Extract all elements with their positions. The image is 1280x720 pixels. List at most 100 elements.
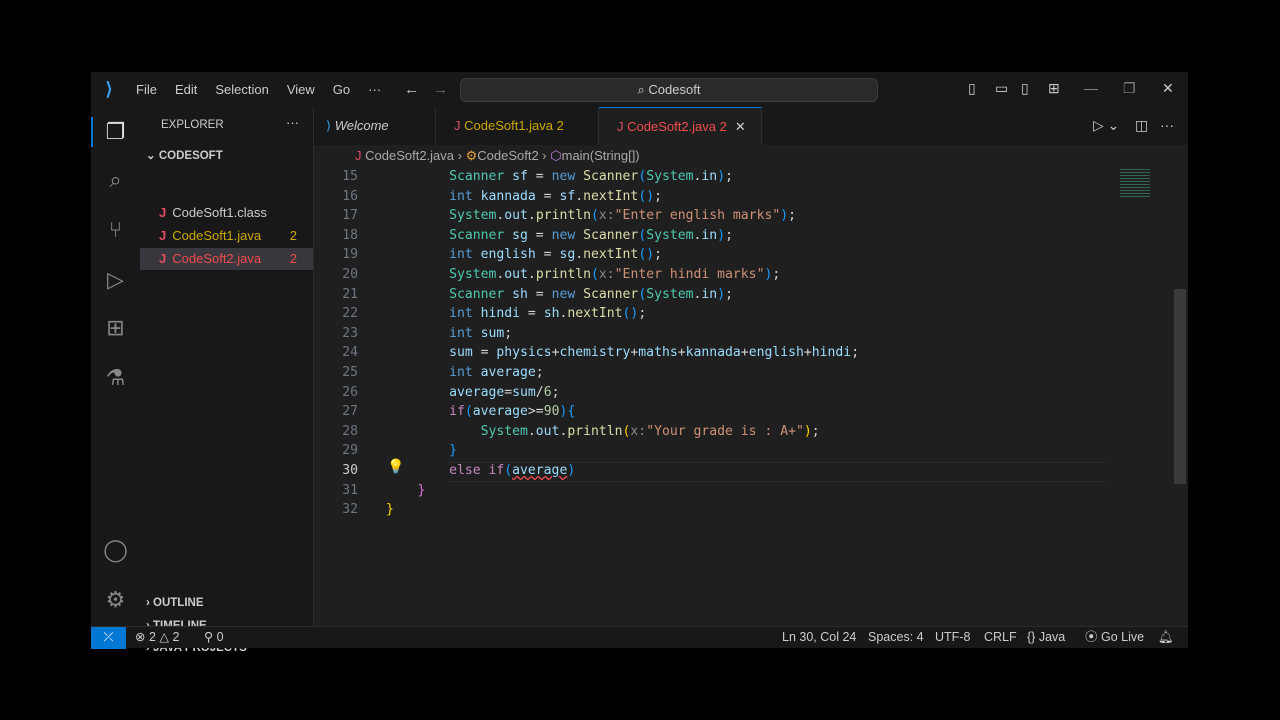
indentation[interactable]: Spaces: 4 xyxy=(868,627,924,648)
code-line[interactable]: int hindi = sh.nextInt(); xyxy=(386,304,646,324)
forward-arrow-icon[interactable]: → xyxy=(433,81,448,98)
settings-gear-icon[interactable]: ⚙ xyxy=(91,587,140,613)
ports-indicator[interactable]: ⚲ 0 xyxy=(204,627,224,648)
breadcrumb-method[interactable]: main(String[]) xyxy=(562,148,640,163)
line-number: 20 xyxy=(342,267,358,282)
minimize-icon[interactable]: — xyxy=(1084,80,1098,96)
problems-indicator[interactable]: ⊗ 2 △ 2 xyxy=(135,627,179,648)
breadcrumb-class[interactable]: CodeSoft2 xyxy=(477,148,538,163)
back-arrow-icon[interactable]: ← xyxy=(404,81,419,98)
language-mode[interactable]: {} Java xyxy=(1027,627,1065,648)
more-actions-icon[interactable]: ··· xyxy=(286,115,299,130)
code-token: System xyxy=(386,267,497,282)
folder-label: CODESOFT xyxy=(158,150,223,162)
code-line[interactable]: } xyxy=(386,500,394,520)
explorer-icon[interactable]: ❐ xyxy=(91,119,140,145)
breadcrumb: J CodeSoft2.java › ⚙CodeSoft2 › ⬡main(St… xyxy=(355,148,640,163)
file-item[interactable]: J CodeSoft1.java 2 xyxy=(140,225,313,247)
java-file-icon: J xyxy=(159,205,167,220)
code-token: ; xyxy=(772,267,781,282)
code-token: kannada xyxy=(480,188,536,204)
code-token: ( xyxy=(591,267,599,282)
line-ending[interactable]: CRLF xyxy=(984,627,1017,648)
code-line[interactable]: System.out.println(x:"Enter english mark… xyxy=(386,206,796,226)
code-line[interactable]: Scanner sh = new Scanner(System.in); xyxy=(386,285,733,305)
folder-codesoft[interactable]: ⌄ CODESOFT xyxy=(146,148,223,162)
tab-codesoft2[interactable]: J CodeSoft2.java 2 ✕ xyxy=(599,107,762,145)
menu-selection[interactable]: Selection xyxy=(206,82,277,97)
toggle-secondary-sidebar-icon[interactable]: ▯ xyxy=(1021,80,1029,97)
code-token: >= xyxy=(527,404,544,420)
restore-icon[interactable]: ❐ xyxy=(1123,80,1136,97)
file-name: CodeSoft2.java xyxy=(172,251,262,266)
code-token: int xyxy=(386,365,481,380)
close-window-icon[interactable]: ✕ xyxy=(1162,80,1174,97)
lightbulb-icon[interactable]: 💡 xyxy=(387,459,404,475)
code-line[interactable]: System.out.println(x:"Enter hindi marks"… xyxy=(386,265,780,285)
code-token: sg xyxy=(559,247,576,263)
extensions-icon[interactable]: ⊞ xyxy=(91,315,140,341)
split-editor-icon[interactable]: ◫ xyxy=(1135,117,1148,134)
more-actions-icon[interactable]: ··· xyxy=(1160,117,1174,133)
code-line[interactable]: average=sum/6; xyxy=(386,383,559,403)
menu-go[interactable]: Go xyxy=(324,82,359,97)
code-token: nextInt xyxy=(583,188,639,204)
remote-indicator-icon[interactable]: ⤫ xyxy=(91,627,126,649)
accounts-icon[interactable]: ◯ xyxy=(91,537,140,563)
code-line[interactable]: int kannada = sf.nextInt(); xyxy=(386,187,662,207)
code-token: ; xyxy=(725,169,733,184)
tab-welcome[interactable]: ⟩ Welcome xyxy=(314,107,436,145)
code-token: Scanner xyxy=(583,286,639,302)
code-line[interactable]: int sum; xyxy=(386,324,512,344)
testing-icon[interactable]: ⚗ xyxy=(91,365,140,391)
menu-edit[interactable]: Edit xyxy=(166,82,206,97)
line-number: 24 xyxy=(342,345,358,361)
code-token: = xyxy=(535,247,560,263)
cursor-position[interactable]: Ln 30, Col 24 xyxy=(782,627,856,648)
code-token: out xyxy=(504,208,528,224)
code-token: english xyxy=(480,247,536,263)
search-icon[interactable]: ⌕ xyxy=(91,167,140,193)
go-live-button[interactable]: ⦿ Go Live xyxy=(1085,627,1144,648)
code-line[interactable]: if(average>=90){ xyxy=(386,402,575,422)
code-token: ; xyxy=(654,247,662,263)
code-token: sf xyxy=(512,169,528,184)
code-line[interactable]: int english = sg.nextInt(); xyxy=(386,245,662,265)
source-control-icon[interactable]: ⑂ xyxy=(91,217,140,243)
code-token: ( xyxy=(504,463,513,478)
menu-more[interactable]: ··· xyxy=(359,82,390,97)
code-line[interactable]: else if(average) xyxy=(386,461,575,481)
code-line[interactable]: Scanner sf = new Scanner(System.in); xyxy=(386,167,733,187)
code-token: { xyxy=(567,404,576,420)
vertical-scrollbar[interactable] xyxy=(1174,289,1186,484)
minimap[interactable] xyxy=(1120,169,1150,199)
line-number: 30 xyxy=(342,463,358,478)
run-icon[interactable]: ▷ ⌄ xyxy=(1093,117,1119,134)
file-item[interactable]: J CodeSoft2.java 2 xyxy=(140,248,313,270)
breadcrumb-file[interactable]: CodeSoft2.java xyxy=(365,148,454,163)
encoding[interactable]: UTF-8 xyxy=(935,627,970,648)
menu-file[interactable]: File xyxy=(127,82,166,97)
run-debug-icon[interactable]: ▷ xyxy=(91,267,140,293)
file-item[interactable]: J CodeSoft1.class xyxy=(140,202,313,224)
code-line[interactable]: int average; xyxy=(386,363,544,383)
code-editor[interactable]: 15 Scanner sf = new Scanner(System.in); 1… xyxy=(314,167,1188,626)
tab-label: CodeSoft2.java xyxy=(627,119,717,134)
menu-view[interactable]: View xyxy=(278,82,324,97)
tab-codesoft1[interactable]: J CodeSoft1.java 2 xyxy=(436,107,599,145)
code-line[interactable]: sum = physics+chemistry+maths+kannada+en… xyxy=(386,343,859,363)
code-token: ) xyxy=(717,169,726,184)
code-line[interactable]: } xyxy=(386,481,426,501)
section-outline[interactable]: › OUTLINE xyxy=(146,597,204,609)
command-center-search[interactable]: ⌕ Codesoft xyxy=(460,78,878,102)
toggle-panel-icon[interactable]: ▭ xyxy=(995,80,1008,97)
code-token: maths xyxy=(638,345,678,361)
code-token: ; xyxy=(535,365,544,380)
customize-layout-icon[interactable]: ⊞ xyxy=(1048,80,1060,97)
close-tab-icon[interactable]: ✕ xyxy=(735,119,746,134)
code-line[interactable]: System.out.println(x:"Your grade is : A+… xyxy=(386,422,820,442)
toggle-sidebar-icon[interactable]: ▯ xyxy=(968,80,976,97)
code-line[interactable]: Scanner sg = new Scanner(System.in); xyxy=(386,226,733,246)
notifications-bell-icon[interactable]: 🔔︎ xyxy=(1158,627,1174,648)
editor-tabs: ⟩ Welcome J CodeSoft1.java 2 J CodeSoft2… xyxy=(314,107,1188,145)
